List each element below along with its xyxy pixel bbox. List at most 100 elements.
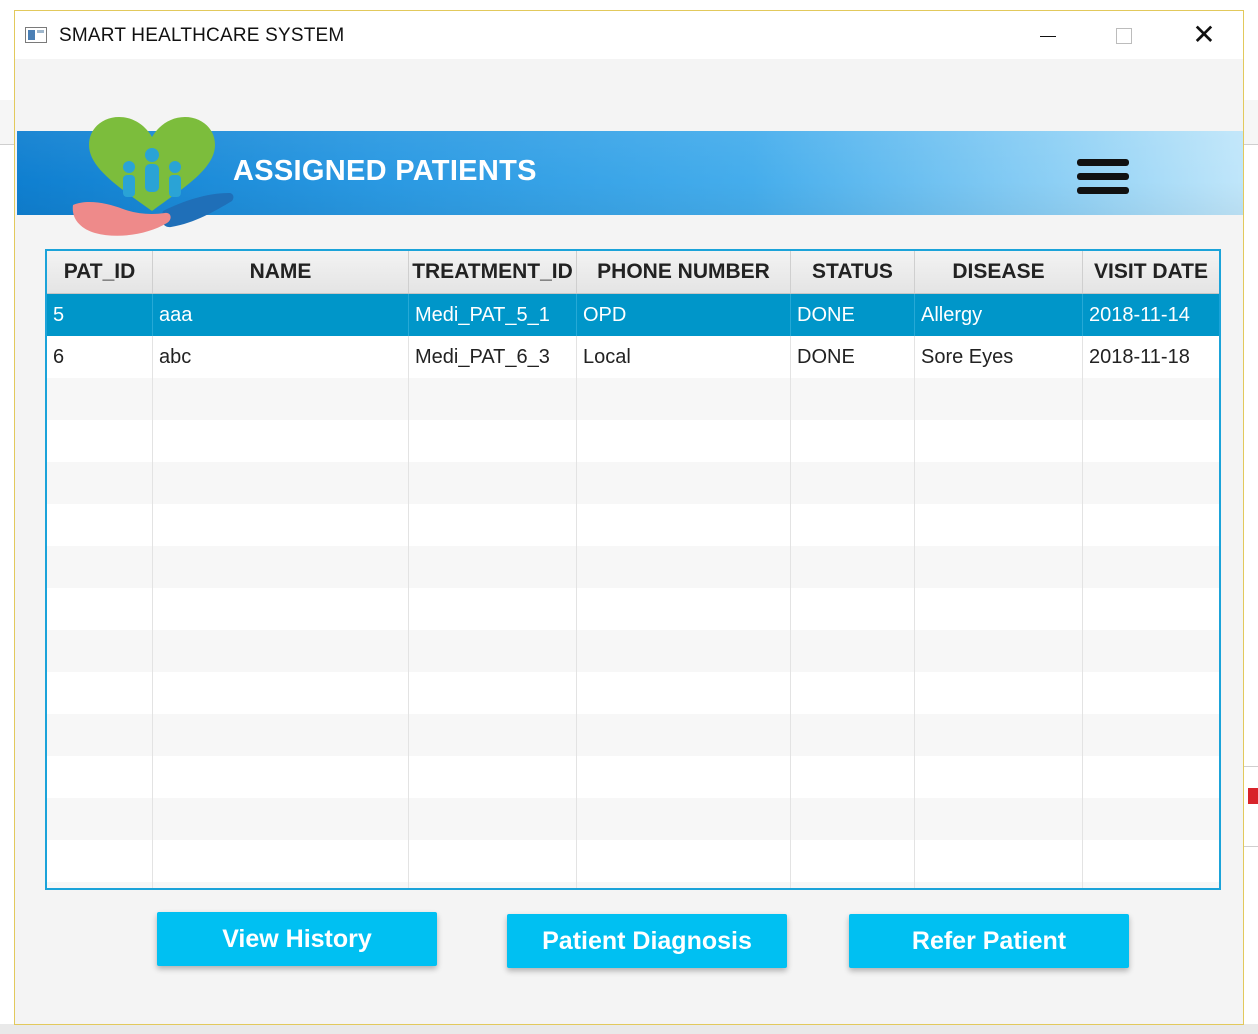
- empty-cell: [791, 672, 915, 714]
- minimize-button[interactable]: [1025, 11, 1071, 59]
- empty-cell: [915, 420, 1083, 462]
- empty-cell: [577, 630, 791, 672]
- empty-cell: [791, 882, 915, 888]
- empty-cell: [153, 546, 409, 588]
- empty-cell: [915, 462, 1083, 504]
- empty-cell: [409, 882, 577, 888]
- empty-cell: [153, 420, 409, 462]
- column-header-pat-id[interactable]: PAT_ID: [47, 251, 153, 293]
- empty-cell: [577, 798, 791, 840]
- app-window-icon[interactable]: [25, 27, 47, 43]
- empty-cell: [153, 588, 409, 630]
- empty-cell: [153, 840, 409, 882]
- empty-cell: [1083, 420, 1219, 462]
- patient-diagnosis-button[interactable]: Patient Diagnosis: [507, 914, 787, 968]
- empty-cell: [1083, 798, 1219, 840]
- column-header-status[interactable]: STATUS: [791, 251, 915, 293]
- empty-cell: [1083, 462, 1219, 504]
- empty-cell: [577, 882, 791, 888]
- empty-cell: [577, 420, 791, 462]
- empty-cell: [1083, 882, 1219, 888]
- close-button[interactable]: ✕: [1181, 11, 1227, 59]
- empty-cell: [409, 798, 577, 840]
- column-header-phone-number[interactable]: PHONE NUMBER: [577, 251, 791, 293]
- empty-cell: [791, 840, 915, 882]
- empty-cell: [915, 588, 1083, 630]
- column-header-visit-date[interactable]: VISIT DATE: [1083, 251, 1219, 293]
- patients-table[interactable]: PAT_ID NAME TREATMENT_ID PHONE NUMBER ST…: [45, 249, 1221, 890]
- empty-table-row[interactable]: [47, 756, 1219, 798]
- empty-table-row[interactable]: [47, 420, 1219, 462]
- empty-cell: [1083, 378, 1219, 420]
- empty-table-row[interactable]: [47, 840, 1219, 882]
- empty-cell: [1083, 756, 1219, 798]
- empty-cell: [153, 672, 409, 714]
- column-header-treatment-id[interactable]: TREATMENT_ID: [409, 251, 577, 293]
- empty-table-row[interactable]: [47, 630, 1219, 672]
- view-history-button[interactable]: View History: [157, 912, 437, 966]
- empty-cell: [1083, 672, 1219, 714]
- empty-cell: [47, 630, 153, 672]
- empty-cell: [1083, 840, 1219, 882]
- table-row[interactable]: 5 aaa Medi_PAT_5_1 OPD DONE Allergy 2018…: [47, 294, 1219, 336]
- empty-cell: [791, 546, 915, 588]
- empty-table-row[interactable]: [47, 504, 1219, 546]
- empty-table-row[interactable]: [47, 378, 1219, 420]
- minimize-icon: [1040, 35, 1056, 37]
- empty-cell: [577, 378, 791, 420]
- empty-table-row[interactable]: [47, 672, 1219, 714]
- empty-cell: [791, 504, 915, 546]
- empty-cell: [577, 588, 791, 630]
- empty-cell: [409, 546, 577, 588]
- empty-cell: [1083, 546, 1219, 588]
- empty-table-row[interactable]: [47, 798, 1219, 840]
- cell-treatment-id: Medi_PAT_5_1: [409, 294, 577, 336]
- empty-cell: [915, 756, 1083, 798]
- empty-table-row[interactable]: [47, 462, 1219, 504]
- empty-cell: [409, 714, 577, 756]
- empty-cell: [409, 840, 577, 882]
- maximize-button[interactable]: [1101, 11, 1147, 59]
- empty-table-row[interactable]: [47, 546, 1219, 588]
- refer-patient-button[interactable]: Refer Patient: [849, 914, 1129, 968]
- empty-cell: [153, 714, 409, 756]
- empty-table-row[interactable]: [47, 882, 1219, 888]
- cell-status: DONE: [791, 294, 915, 336]
- empty-cell: [47, 462, 153, 504]
- cell-disease: Sore Eyes: [915, 336, 1083, 378]
- empty-cell: [915, 882, 1083, 888]
- empty-cell: [153, 462, 409, 504]
- empty-cell: [47, 378, 153, 420]
- empty-cell: [791, 756, 915, 798]
- cell-visit-date: 2018-11-14: [1089, 304, 1190, 326]
- title-bar[interactable]: SMART HEALTHCARE SYSTEM ✕: [15, 11, 1243, 59]
- empty-cell: [577, 672, 791, 714]
- empty-cell: [409, 462, 577, 504]
- empty-table-row[interactable]: [47, 714, 1219, 756]
- empty-cell: [153, 882, 409, 888]
- cell-disease: Allergy: [915, 294, 1083, 336]
- empty-table-row[interactable]: [47, 588, 1219, 630]
- column-header-name[interactable]: NAME: [153, 251, 409, 293]
- hamburger-menu-icon[interactable]: [1075, 157, 1131, 197]
- empty-cell: [409, 630, 577, 672]
- table-header: PAT_ID NAME TREATMENT_ID PHONE NUMBER ST…: [47, 251, 1219, 294]
- empty-cell: [791, 378, 915, 420]
- page-title: ASSIGNED PATIENTS: [233, 155, 537, 187]
- empty-cell: [915, 840, 1083, 882]
- empty-cell: [791, 420, 915, 462]
- empty-cell: [409, 672, 577, 714]
- empty-cell: [47, 882, 153, 888]
- empty-cell: [1083, 714, 1219, 756]
- empty-cell: [47, 840, 153, 882]
- cell-name: aaa: [153, 294, 409, 336]
- empty-cell: [577, 714, 791, 756]
- empty-cell: [915, 504, 1083, 546]
- empty-cell: [915, 630, 1083, 672]
- table-row[interactable]: 6 abc Medi_PAT_6_3 Local DONE Sore Eyes …: [47, 336, 1219, 378]
- empty-cell: [47, 756, 153, 798]
- empty-cell: [577, 840, 791, 882]
- window-title: SMART HEALTHCARE SYSTEM: [59, 25, 345, 46]
- cell-status: DONE: [791, 336, 915, 378]
- column-header-disease[interactable]: DISEASE: [915, 251, 1083, 293]
